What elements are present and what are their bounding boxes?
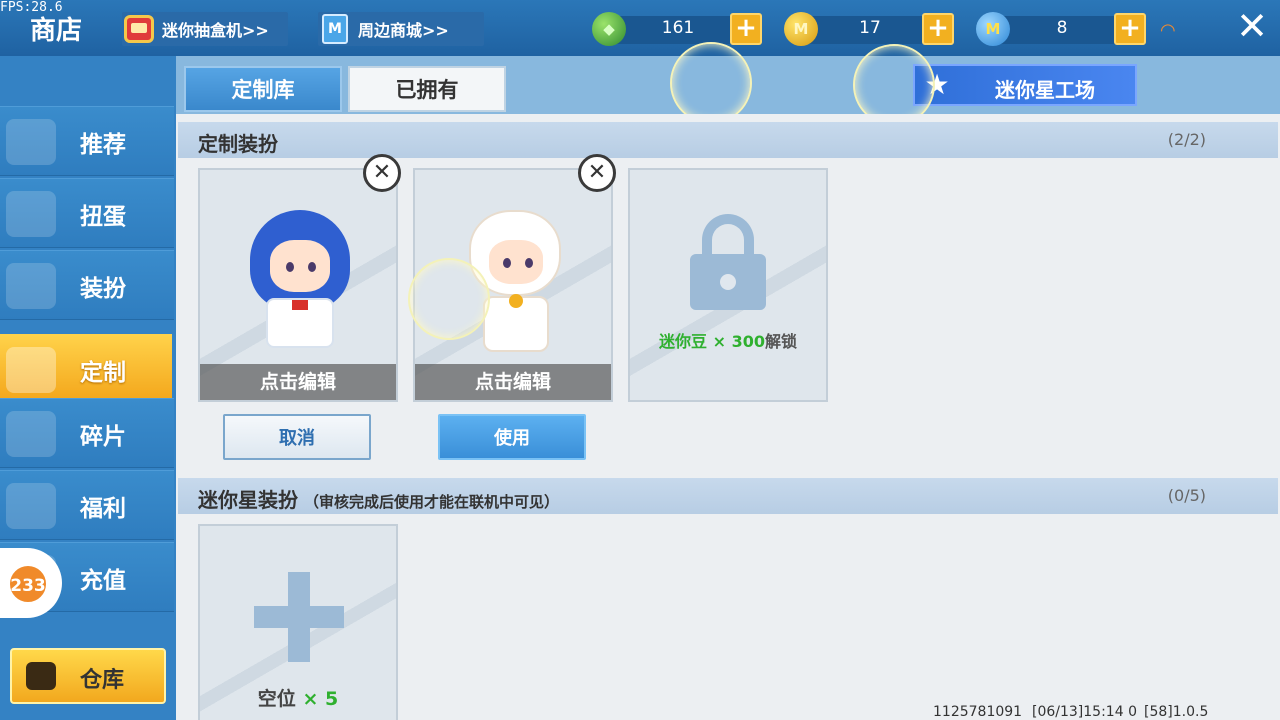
sidebar-item-label: 装扮 (80, 276, 126, 302)
plus-icon (254, 572, 344, 662)
tv-icon (122, 12, 156, 46)
mini-star-section-header: 迷你星装扮 （审核完成后使用才能在联机中可见） (0/5) (178, 478, 1278, 514)
thumbs-up-icon (6, 119, 56, 165)
mini-gacha-label: 迷你抽盒机>> (162, 21, 269, 40)
timestamp: [06/13]15:14 0 (1032, 704, 1137, 720)
badge-count: 233 (8, 564, 48, 604)
locked-slot-card[interactable]: 迷你豆 × 300解锁 (628, 168, 828, 402)
sidebar-item-recommend[interactable]: 推荐 (0, 106, 174, 176)
sidebar-item-benefits[interactable]: 福利 (0, 470, 174, 540)
gift-icon (6, 483, 56, 529)
edit-outfit-label[interactable]: 点击编辑 (200, 364, 396, 400)
cancel-button[interactable]: 取消 (223, 414, 371, 460)
mini-coin-icon: M (976, 12, 1010, 46)
sidebar-item-fragments[interactable]: 碎片 (0, 398, 174, 468)
avatar-blue-hair (240, 210, 360, 360)
section-title: 迷你星装扮 （审核完成后使用才能在联机中可见） (198, 484, 559, 513)
gold-value: 17 (859, 18, 881, 38)
remove-outfit-1-icon[interactable]: ✕ (363, 154, 401, 192)
sidebar-item-label: 碎片 (80, 424, 126, 450)
sidebar-item-custom[interactable]: 定制 (0, 334, 172, 404)
shirt-icon (6, 263, 56, 309)
mini-star-studio-button[interactable]: ★ 迷你星工场 (913, 64, 1137, 106)
warehouse-button[interactable]: 仓库 (10, 648, 166, 704)
sidebar-item-label: 充值 (80, 568, 126, 594)
touch-ripple (670, 42, 752, 124)
add-mini-coin-button[interactable]: + (1114, 13, 1146, 45)
gold-currency: M 17 + (784, 12, 954, 46)
unlock-suffix: 解锁 (764, 332, 797, 351)
section-count: (2/2) (1167, 130, 1206, 149)
empty-slot-count: × 5 (302, 688, 339, 710)
use-button[interactable]: 使用 (438, 414, 586, 460)
warehouse-label: 仓库 (80, 668, 125, 693)
sidebar-item-outfits[interactable]: 装扮 (0, 250, 174, 320)
puzzle-icon (6, 411, 56, 457)
version: [58]1.0.5 (1144, 704, 1209, 720)
section-count: (0/5) (1167, 486, 1206, 505)
mini-coin-currency: M 8 + (976, 12, 1146, 46)
tab-custom-library[interactable]: 定制库 (184, 66, 342, 112)
section-title-text: 迷你星装扮 (198, 488, 298, 512)
mini-gacha-link[interactable]: 迷你抽盒机>> (122, 12, 288, 46)
gem-currency: ◆ 161 + (592, 12, 762, 46)
shopping-bag-icon: M (318, 12, 352, 46)
gem-icon: ◆ (592, 12, 626, 46)
add-gem-button[interactable]: + (730, 13, 762, 45)
studio-label: 迷你星工场 (995, 78, 1095, 102)
page-title: 商店 (30, 16, 83, 46)
sidebar: 推荐 扭蛋 装扮 定制 碎片 福利 充值 (0, 56, 176, 720)
lock-icon (690, 214, 766, 310)
custom-section-header: 定制装扮 (2/2) (178, 122, 1278, 158)
empty-slot-card[interactable]: 空位 × 5 (198, 524, 398, 720)
custom-outfit-card-1[interactable]: 点击编辑 (198, 168, 398, 402)
gem-value: 161 (661, 18, 695, 38)
section-title: 定制装扮 (198, 132, 278, 156)
remove-outfit-2-icon[interactable]: ✕ (578, 154, 616, 192)
capsule-icon (6, 191, 56, 237)
pencil-icon (6, 347, 56, 393)
edit-outfit-label[interactable]: 点击编辑 (415, 364, 611, 400)
mini-coin-value: 8 (1056, 18, 1068, 38)
touch-ripple (408, 258, 490, 340)
unlock-price-amount: 迷你豆 × 300 (659, 332, 765, 351)
empty-slot-text: 空位 (257, 688, 296, 710)
tab-owned[interactable]: 已拥有 (348, 66, 506, 112)
signal-icon: ◠ (1160, 20, 1176, 41)
top-bar: FPS:28.6 商店 迷你抽盒机>> M 周边商城>> ◆ 161 + M 1… (0, 0, 1280, 56)
gold-coin-icon: M (784, 12, 818, 46)
sidebar-item-label: 扭蛋 (80, 204, 126, 230)
treasure-chest-icon (26, 662, 56, 690)
section-note: （审核完成后使用才能在联机中可见） (304, 493, 560, 511)
sidebar-item-label: 推荐 (80, 132, 126, 158)
sidebar-item-label: 定制 (80, 360, 126, 386)
add-gold-button[interactable]: + (922, 13, 954, 45)
empty-slot-label: 空位 × 5 (200, 684, 396, 711)
main-content: 定制装扮 (2/2) 点击编辑 ✕ 点击编辑 ✕ 迷你豆 × 300解锁 取消 … (176, 114, 1280, 720)
merch-mall-link[interactable]: M 周边商城>> (318, 12, 484, 46)
merch-mall-label: 周边商城>> (358, 21, 449, 40)
sidebar-item-gacha[interactable]: 扭蛋 (0, 178, 174, 248)
sidebar-item-label: 福利 (80, 496, 126, 522)
close-icon[interactable]: ✕ (1232, 6, 1272, 46)
user-id: 1125781091 (933, 704, 1023, 720)
unlock-price: 迷你豆 × 300解锁 (630, 328, 826, 352)
